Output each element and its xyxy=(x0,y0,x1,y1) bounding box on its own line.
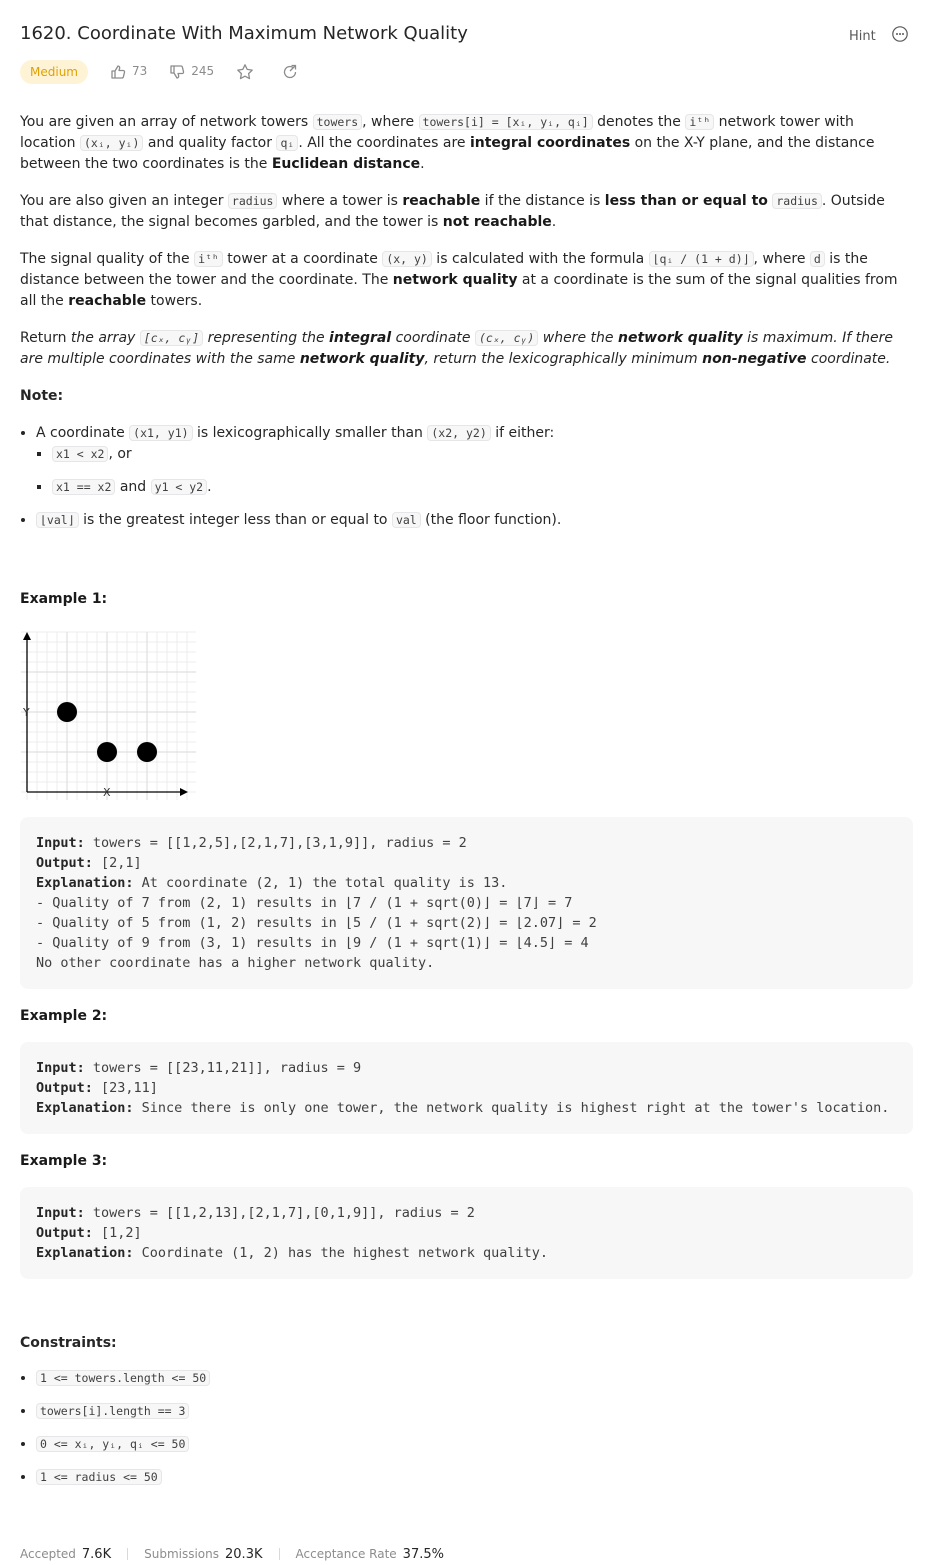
thumbs-up-icon xyxy=(111,64,126,79)
example-line-key: Input: xyxy=(36,1060,85,1076)
description-paragraph-2: You are also given an integer radius whe… xyxy=(20,193,885,230)
divider xyxy=(127,1548,129,1560)
example-line-value: towers = [[23,11,21]], radius = 9 xyxy=(84,1060,362,1076)
constraints-section: 1 <= towers.length <= 50 towers[i].length… xyxy=(20,1368,211,1500)
constraint-code: towers[i].length == 3 xyxy=(36,1403,190,1419)
example-line-value: Since there is only one tower, the netwo… xyxy=(133,1100,890,1116)
example-line-key: Explanation: xyxy=(36,875,134,891)
dislike-button[interactable]: 245 xyxy=(169,61,214,82)
example-1-diagram: Y X xyxy=(21,631,196,800)
example-line-value: [2,1] xyxy=(92,855,142,871)
note-item-lexicographic: A coordinate (x1, y1) is lexicographical… xyxy=(36,423,913,498)
accepted-value: 7.6K xyxy=(81,1547,112,1562)
note-list: A coordinate (x1, y1) is lexicographical… xyxy=(20,423,913,531)
constraint-item: towers[i].length == 3 xyxy=(36,1401,210,1422)
divider xyxy=(278,1548,280,1560)
example-line-key: Input: xyxy=(36,835,85,851)
acceptance-rate-value: 37.5% xyxy=(402,1547,444,1562)
accepted-label: Accepted xyxy=(20,1547,76,1561)
problem-meta-row: Medium 73 245 xyxy=(20,59,304,84)
example-line: Explanation: Coordinate (1, 2) has the h… xyxy=(36,1243,897,1263)
note-title: Note: xyxy=(20,388,64,404)
description-paragraph-3: The signal quality of the iᵗʰ tower at a… xyxy=(20,251,898,309)
hint-button[interactable]: Hint xyxy=(849,26,876,47)
dislike-count: 245 xyxy=(191,64,215,78)
example-line: - Quality of 5 from (1, 2) results in ⌊5… xyxy=(36,913,897,933)
example-line-key: Output: xyxy=(36,1225,93,1241)
example-2-title: Example 2: xyxy=(20,1008,108,1024)
submission-stats: Accepted 7.6K Submissions 20.3K Acceptan… xyxy=(20,1544,444,1565)
like-count: 73 xyxy=(131,64,148,78)
constraints-list: 1 <= towers.length <= 50 towers[i].length… xyxy=(20,1368,211,1488)
constraint-code: 1 <= radius <= 50 xyxy=(36,1469,162,1485)
example-line: Output: [23,11] xyxy=(36,1078,897,1098)
example-line-value: No other coordinate has a higher network… xyxy=(36,955,435,971)
example-line: Output: [1,2] xyxy=(36,1223,897,1243)
constraint-item: 0 <= xᵢ, yᵢ, qᵢ <= 50 xyxy=(36,1434,210,1455)
acceptance-rate-label: Acceptance Rate xyxy=(295,1547,397,1561)
description-paragraph-4: Return the array [cₓ, cᵧ] representing t… xyxy=(20,330,894,367)
tower-point xyxy=(97,742,117,762)
star-icon xyxy=(237,63,254,79)
example-2-block: Input: towers = [[23,11,21]], radius = 9… xyxy=(20,1042,913,1134)
example-3-block: Input: towers = [[1,2,13],[2,1,7],[0,1,9… xyxy=(20,1187,913,1279)
problem-description: You are given an array of network towers… xyxy=(20,112,913,542)
example-line-value: [1,2] xyxy=(92,1225,142,1241)
favorite-button[interactable] xyxy=(236,63,260,81)
example-line: Explanation: At coordinate (2, 1) the to… xyxy=(36,873,897,893)
constraint-item: 1 <= towers.length <= 50 xyxy=(36,1368,211,1389)
example-3-title: Example 3: xyxy=(20,1153,108,1169)
refresh-share-icon xyxy=(284,64,297,78)
constraints-title: Constraints: xyxy=(20,1335,117,1351)
tower-point xyxy=(137,742,157,762)
example-line: Output: [2,1] xyxy=(36,853,897,873)
example-line-key: Output: xyxy=(36,855,93,871)
difficulty-badge: Medium xyxy=(20,59,88,84)
note-item-floor: ⌊val⌋ is the greatest integer less than … xyxy=(36,510,913,531)
example-line: Input: towers = [[1,2,13],[2,1,7],[0,1,9… xyxy=(36,1203,897,1223)
submissions-value: 20.3K xyxy=(225,1547,263,1562)
example-line-value: - Quality of 9 from (3, 1) results in ⌊9… xyxy=(36,935,589,951)
example-line-value: towers = [[1,2,5],[2,1,7],[3,1,9]], radi… xyxy=(84,835,467,851)
example-line-key: Explanation: xyxy=(36,1245,134,1261)
example-1-title: Example 1: xyxy=(20,591,108,607)
example-line: - Quality of 9 from (3, 1) results in ⌊9… xyxy=(36,933,897,953)
note-subitem-1: x1 < x2, or xyxy=(52,444,913,465)
like-button[interactable]: 73 xyxy=(110,61,147,82)
example-line: - Quality of 7 from (2, 1) results in ⌊7… xyxy=(36,893,897,913)
example-line-key: Output: xyxy=(36,1080,93,1096)
constraint-code: 0 <= xᵢ, yᵢ, qᵢ <= 50 xyxy=(36,1436,190,1452)
example-line: No other coordinate has a higher network… xyxy=(36,953,897,973)
description-paragraph-1: You are given an array of network towers… xyxy=(20,114,875,172)
example-line: Explanation: Since there is only one tow… xyxy=(36,1098,897,1118)
example-line-value: towers = [[1,2,13],[2,1,7],[0,1,9]], rad… xyxy=(84,1205,475,1221)
example-line-value: Coordinate (1, 2) has the highest networ… xyxy=(133,1245,549,1261)
submissions-label: Submissions xyxy=(144,1547,220,1561)
tower-point xyxy=(57,702,77,722)
example-line: Input: towers = [[1,2,5],[2,1,7],[3,1,9]… xyxy=(36,833,897,853)
constraint-item: 1 <= radius <= 50 xyxy=(36,1467,210,1488)
example-1-block: Input: towers = [[1,2,5],[2,1,7],[3,1,9]… xyxy=(20,817,913,989)
note-subitem-2: x1 == x2 and y1 < y2. xyxy=(52,477,913,498)
x-axis-label: X xyxy=(103,786,111,799)
y-axis-label: Y xyxy=(22,706,30,719)
example-line: Input: towers = [[23,11,21]], radius = 9 xyxy=(36,1058,897,1078)
share-button[interactable] xyxy=(282,64,304,80)
problem-title: 1620. Coordinate With Maximum Network Qu… xyxy=(20,23,468,44)
constraint-code: 1 <= towers.length <= 50 xyxy=(36,1370,211,1386)
example-line-value: - Quality of 5 from (1, 2) results in ⌊5… xyxy=(36,915,597,931)
thumbs-down-icon xyxy=(170,64,185,79)
example-line-value: - Quality of 7 from (2, 1) results in ⌊7… xyxy=(36,895,573,911)
example-line-key: Input: xyxy=(36,1205,85,1221)
example-line-value: [23,11] xyxy=(92,1080,158,1096)
more-options-icon[interactable] xyxy=(892,26,908,42)
example-line-value: At coordinate (2, 1) the total quality i… xyxy=(133,875,508,891)
y-axis-arrow xyxy=(23,632,31,640)
example-line-key: Explanation: xyxy=(36,1100,134,1116)
